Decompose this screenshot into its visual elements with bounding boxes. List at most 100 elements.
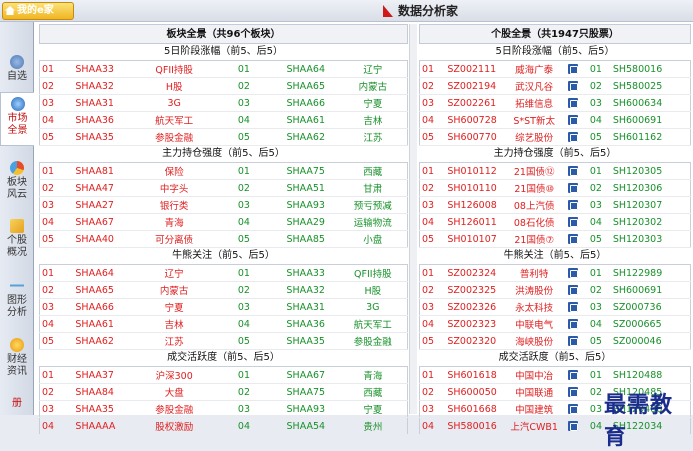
- table-row[interactable]: 02 SH010110 21国债⑩ 02 SH120306: [419, 179, 691, 197]
- table-row[interactable]: 03 SHAA31 3G 03 SHAA66 宁夏: [39, 94, 408, 112]
- sidebar-item-register[interactable]: 册: [0, 398, 34, 415]
- name-cell: 21国债⑦: [503, 230, 566, 248]
- detail-icon[interactable]: [568, 268, 579, 278]
- table-row[interactable]: 01 SH601618 中国中冶 01 SH120488: [419, 366, 691, 384]
- table-row[interactable]: 01 SHAA64 辽宁 01 SHAA33 QFII持股: [39, 264, 408, 282]
- table-row[interactable]: 03 SZ002261 拓维信息 03 SH600634: [419, 94, 691, 112]
- table-row[interactable]: 01 SHAA37 沪深300 01 SHAA67 青海: [39, 366, 408, 384]
- sidebar-item-stock-profile[interactable]: 个股概况: [0, 215, 34, 263]
- name-cell: 中国中冶: [503, 366, 566, 384]
- badge-cell[interactable]: [565, 230, 582, 248]
- rank-cell: 02: [419, 383, 446, 401]
- detail-icon[interactable]: [568, 64, 579, 74]
- table-row[interactable]: 04 SHAA36 航天军工 04 SHAA61 吉林: [39, 111, 408, 129]
- sidebar-item-graph-analysis[interactable]: 图形分析: [0, 275, 34, 323]
- badge-cell[interactable]: [565, 281, 581, 299]
- rank-cell: 01: [39, 60, 70, 78]
- badge-cell[interactable]: [565, 196, 582, 214]
- badge-cell[interactable]: [565, 264, 581, 282]
- detail-icon[interactable]: [568, 421, 579, 431]
- table-row[interactable]: 05 SH010107 21国债⑦ 05 SH120303: [419, 230, 691, 248]
- table-row[interactable]: 04 SHAA67 青海 04 SHAA29 运输物流: [39, 213, 408, 231]
- name-cell: 21国债⑫: [503, 162, 566, 180]
- home-icon: [5, 6, 15, 15]
- code-cell: SZ002261: [445, 94, 504, 112]
- logo-text: 我的e家: [17, 5, 54, 16]
- table-row[interactable]: 02 SHAA84 大盘 02 SHAA75 西藏: [39, 383, 408, 401]
- sidebar-item-market-overview[interactable]: 市场全景: [0, 92, 34, 146]
- rank-cell: 02: [39, 179, 70, 197]
- badge-cell[interactable]: [565, 315, 581, 333]
- detail-icon[interactable]: [568, 336, 579, 346]
- detail-icon[interactable]: [568, 302, 579, 312]
- table-row[interactable]: 02 SZ002325 洪涛股份 02 SH600691: [419, 281, 691, 299]
- badge-cell[interactable]: [565, 298, 581, 316]
- badge-cell[interactable]: [565, 111, 582, 129]
- table-row[interactable]: 03 SZ002326 永太科技 03 SZ000736: [419, 298, 691, 316]
- table-row[interactable]: 05 SHAA62 江苏 05 SHAA35 参股金融: [39, 332, 408, 350]
- table-row[interactable]: 02 SZ002194 武汉凡谷 02 SH580025: [419, 77, 691, 95]
- sector-table: 01 SHAA64 辽宁 01 SHAA33 QFII持股 02 SHAA65 内蒙古 02 SHA…: [39, 264, 408, 350]
- table-row[interactable]: 04 SHAAAA 股权激励 04 SHAA54 贵州: [39, 417, 408, 435]
- detail-icon[interactable]: [568, 285, 579, 295]
- badge-cell[interactable]: [565, 366, 582, 384]
- table-row[interactable]: 04 SHAA61 吉林 04 SHAA36 航天军工: [39, 315, 408, 333]
- sector-table: 01 SHAA37 沪深300 01 SHAA67 青海 02 SHAA84 大盘 02 SHAA7…: [39, 366, 408, 435]
- detail-icon[interactable]: [568, 98, 579, 108]
- table-row[interactable]: 03 SHAA27 银行类 03 SHAA93 预亏预减: [39, 196, 408, 214]
- detail-icon[interactable]: [568, 166, 579, 176]
- table-row[interactable]: 05 SZ002320 海峡股份 05 SZ000046: [419, 332, 691, 350]
- badge-cell[interactable]: [565, 383, 582, 401]
- detail-icon[interactable]: [568, 387, 579, 397]
- badge-cell[interactable]: [565, 94, 582, 112]
- badge-cell[interactable]: [565, 179, 582, 197]
- table-row[interactable]: 01 SZ002324 普利特 01 SH122989: [419, 264, 691, 282]
- badge-cell[interactable]: [565, 332, 581, 350]
- table-row[interactable]: 03 SHAA66 宁夏 03 SHAA31 3G: [39, 298, 408, 316]
- detail-icon[interactable]: [568, 319, 579, 329]
- code-cell: SHAA47: [69, 179, 130, 197]
- home-logo-button[interactable]: 我的e家: [2, 2, 74, 20]
- detail-icon[interactable]: [568, 234, 579, 244]
- table-row[interactable]: 05 SHAA40 可分离债 05 SHAA85 小盘: [39, 230, 408, 248]
- name-cell: 股权激励: [129, 417, 220, 435]
- code-cell: SHAA29: [268, 213, 339, 231]
- sidebar-item-finance-news[interactable]: 财经资讯: [0, 334, 34, 382]
- detail-icon[interactable]: [568, 115, 579, 125]
- table-row[interactable]: 04 SZ002323 中联电气 04 SZ000665: [419, 315, 691, 333]
- detail-icon[interactable]: [568, 183, 579, 193]
- detail-icon[interactable]: [568, 370, 579, 380]
- table-row[interactable]: 05 SH600770 综艺股份 05 SH601162: [419, 128, 691, 146]
- sidebar-item-sectors[interactable]: 板块风云: [0, 157, 34, 205]
- table-row[interactable]: 02 SHAA32 H股 02 SHAA65 内蒙古: [39, 77, 408, 95]
- badge-cell[interactable]: [565, 77, 582, 95]
- badge-cell[interactable]: [565, 128, 582, 146]
- table-row[interactable]: 05 SHAA35 参股金融 05 SHAA62 江苏: [39, 128, 408, 146]
- detail-icon[interactable]: [568, 217, 579, 227]
- badge-cell[interactable]: [565, 417, 582, 435]
- table-row[interactable]: 03 SH126008 08上汽债 03 SH120307: [419, 196, 691, 214]
- code-cell: SHAA75: [268, 162, 339, 180]
- table-row[interactable]: 02 SHAA65 内蒙古 02 SHAA32 H股: [39, 281, 408, 299]
- badge-cell[interactable]: [565, 162, 582, 180]
- detail-icon[interactable]: [568, 404, 579, 414]
- table-row[interactable]: 04 SH126011 08石化债 04 SH120302: [419, 213, 691, 231]
- badge-cell[interactable]: [565, 60, 582, 78]
- table-row[interactable]: 01 SZ002111 威海广泰 01 SH580016: [419, 60, 691, 78]
- name-cell: 21国债⑩: [503, 179, 566, 197]
- rank-cell: 03: [219, 94, 269, 112]
- detail-icon[interactable]: [568, 132, 579, 142]
- code-cell: SZ002323: [445, 315, 504, 333]
- table-row[interactable]: 01 SHAA81 保险 01 SHAA75 西藏: [39, 162, 408, 180]
- table-row[interactable]: 02 SHAA47 中字头 02 SHAA51 甘肃: [39, 179, 408, 197]
- detail-icon[interactable]: [568, 200, 579, 210]
- table-row[interactable]: 01 SHAA33 QFII持股 01 SHAA64 辽宁: [39, 60, 408, 78]
- name-cell: 3G: [129, 94, 220, 112]
- sidebar-item-watchlist[interactable]: 自选: [0, 52, 34, 88]
- detail-icon[interactable]: [568, 81, 579, 91]
- table-row[interactable]: 01 SH010112 21国债⑫ 01 SH120305: [419, 162, 691, 180]
- badge-cell[interactable]: [565, 213, 582, 231]
- table-row[interactable]: 04 SH600728 S*ST新太 04 SH600691: [419, 111, 691, 129]
- code-cell: SHAA35: [69, 128, 130, 146]
- rank-cell: 04: [581, 213, 611, 231]
